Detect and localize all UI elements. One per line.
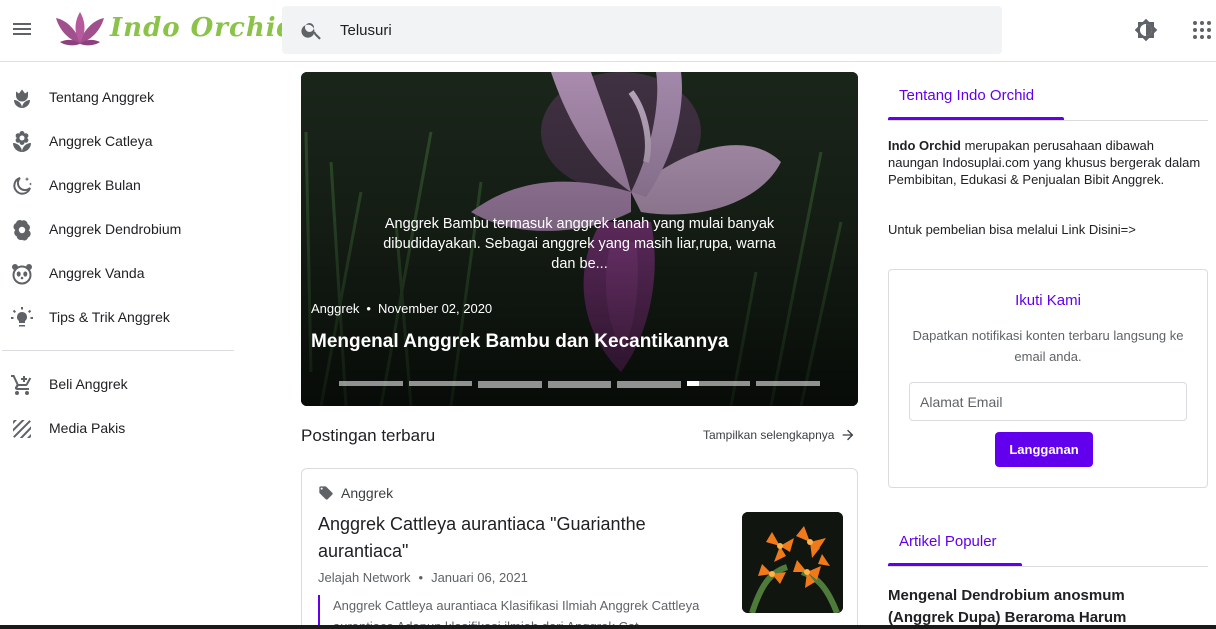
show-more-label: Tampilkan selengkapnya bbox=[703, 428, 835, 442]
subscribe-title: Ikuti Kami bbox=[1015, 292, 1081, 309]
tulip-icon bbox=[14, 89, 30, 108]
post-author[interactable]: Jelajah Network bbox=[318, 570, 411, 585]
lightbulb-icon bbox=[11, 307, 33, 327]
sidebar-item-label: Anggrek Vanda bbox=[49, 265, 145, 281]
tab-label: Artikel Populer bbox=[899, 533, 997, 550]
tab-label: Tentang Indo Orchid bbox=[899, 87, 1035, 104]
subscribe-button[interactable]: Langganan bbox=[995, 432, 1093, 467]
arrow-right-icon bbox=[843, 429, 854, 441]
purchase-link[interactable]: Untuk pembelian bisa melalui Link Disini… bbox=[888, 222, 1136, 237]
sidebar-item-beli-anggrek[interactable]: Beli Anggrek bbox=[0, 363, 240, 407]
show-more-link[interactable]: Tampilkan selengkapnya bbox=[703, 427, 856, 443]
orchid-logo-icon bbox=[56, 12, 104, 46]
menu-icon[interactable] bbox=[10, 17, 34, 41]
post-label[interactable]: Anggrek bbox=[318, 485, 393, 501]
about-description: Indo Orchid merupakan perusahaan dibawah… bbox=[888, 137, 1206, 188]
search-icon[interactable] bbox=[300, 18, 324, 42]
tab-divider bbox=[888, 566, 1208, 567]
search-input[interactable] bbox=[340, 18, 960, 42]
panda-icon bbox=[12, 264, 32, 285]
slider-indicator[interactable] bbox=[409, 381, 472, 386]
post-meta: Jelajah Network • Januari 06, 2021 bbox=[318, 570, 528, 585]
slider-indicator[interactable] bbox=[478, 381, 542, 388]
sidebar-item-media-pakis[interactable]: Media Pakis bbox=[0, 407, 240, 451]
slider-indicator[interactable] bbox=[339, 381, 403, 386]
sidebar-item-tips-trik[interactable]: Tips & Trik Anggrek bbox=[0, 296, 240, 340]
post-thumbnail[interactable] bbox=[742, 512, 843, 613]
sidebar-item-anggrek-vanda[interactable]: Anggrek Vanda bbox=[0, 252, 240, 296]
sidebar-item-tentang-anggrek[interactable]: Tentang Anggrek bbox=[0, 76, 240, 120]
post-date: Januari 06, 2021 bbox=[431, 570, 528, 585]
slider-date: November 02, 2020 bbox=[377, 301, 493, 316]
flower-icon bbox=[13, 220, 31, 241]
about-brand: Indo Orchid bbox=[888, 138, 961, 153]
email-field[interactable] bbox=[909, 382, 1187, 421]
top-app-bar: Indo Orchid bbox=[0, 0, 1216, 62]
brightness-icon[interactable] bbox=[1134, 18, 1158, 42]
lotus-icon bbox=[13, 131, 31, 152]
texture-icon bbox=[13, 420, 31, 438]
slider-label[interactable]: Anggrek bbox=[311, 301, 359, 316]
cattleya-thumbnail-image bbox=[742, 512, 843, 613]
sidebar-item-label: Tips & Trik Anggrek bbox=[49, 309, 170, 325]
tab-artikel-populer[interactable]: Artikel Populer bbox=[888, 533, 1008, 550]
meta-separator: • bbox=[366, 301, 371, 316]
sidebar-item-anggrek-bulan[interactable]: Anggrek Bulan bbox=[0, 164, 240, 208]
tag-icon bbox=[319, 486, 333, 500]
slider-indicator[interactable] bbox=[548, 381, 611, 388]
slider-meta: Anggrek • November 02, 2020 bbox=[311, 301, 492, 316]
sidebar-item-label: Beli Anggrek bbox=[49, 376, 128, 392]
featured-post-slider[interactable]: Anggrek Bambu termasuk anggrek tanah yan… bbox=[301, 72, 858, 406]
cart-icon bbox=[11, 375, 32, 395]
sidebar-item-label: Tentang Anggrek bbox=[49, 89, 155, 105]
slider-excerpt: Anggrek Bambu termasuk anggrek tanah yan… bbox=[383, 216, 776, 272]
sidebar-divider bbox=[2, 350, 234, 351]
tab-tentang-indo-orchid[interactable]: Tentang Indo Orchid bbox=[888, 87, 1045, 104]
sidebar-nav: Tentang Anggrek Anggrek Catleya Anggrek … bbox=[0, 63, 240, 451]
apps-grid-icon[interactable] bbox=[1190, 18, 1214, 42]
meta-separator: • bbox=[418, 570, 424, 585]
subscribe-card: Ikuti Kami Dapatkan notifikasi konten te… bbox=[888, 269, 1208, 488]
slider-indicator[interactable] bbox=[756, 381, 820, 386]
post-snippet: Anggrek Cattleya aurantiaca Klasifikasi … bbox=[318, 595, 728, 629]
tab-divider bbox=[888, 120, 1208, 121]
sidebar-item-label: Anggrek Bulan bbox=[49, 177, 141, 193]
post-card: Anggrek Anggrek Cattleya aurantiaca "Gua… bbox=[301, 468, 858, 629]
search-bar[interactable] bbox=[282, 6, 1002, 54]
slider-progress bbox=[687, 381, 699, 386]
moon-stars-icon bbox=[13, 177, 32, 195]
slider-indicator[interactable] bbox=[617, 381, 681, 388]
subscribe-description: Dapatkan notifikasi konten terbaru langs… bbox=[912, 328, 1184, 364]
recent-posts-heading: Postingan terbaru bbox=[301, 426, 436, 445]
post-title[interactable]: Anggrek Cattleya aurantiaca "Guarianthe … bbox=[318, 511, 718, 565]
slider-indicators bbox=[339, 381, 821, 389]
logo-text: Indo Orchid bbox=[110, 13, 296, 43]
window-bottom-edge bbox=[0, 625, 1216, 629]
sidebar-item-label: Anggrek Dendrobium bbox=[49, 221, 182, 237]
sidebar-item-label: Media Pakis bbox=[49, 420, 126, 436]
site-logo[interactable]: Indo Orchid bbox=[52, 10, 295, 50]
slider-title[interactable]: Mengenal Anggrek Bambu dan Kecantikannya bbox=[311, 331, 728, 353]
popular-post-title[interactable]: Mengenal Dendrobium anosmum (Anggrek Dup… bbox=[888, 585, 1188, 629]
sidebar-item-label: Anggrek Catleya bbox=[49, 133, 153, 149]
sidebar-item-anggrek-catleya[interactable]: Anggrek Catleya bbox=[0, 120, 240, 164]
slider-indicator-active[interactable] bbox=[687, 381, 750, 386]
post-label-text: Anggrek bbox=[341, 485, 394, 501]
sidebar-item-anggrek-dendrobium[interactable]: Anggrek Dendrobium bbox=[0, 208, 240, 252]
